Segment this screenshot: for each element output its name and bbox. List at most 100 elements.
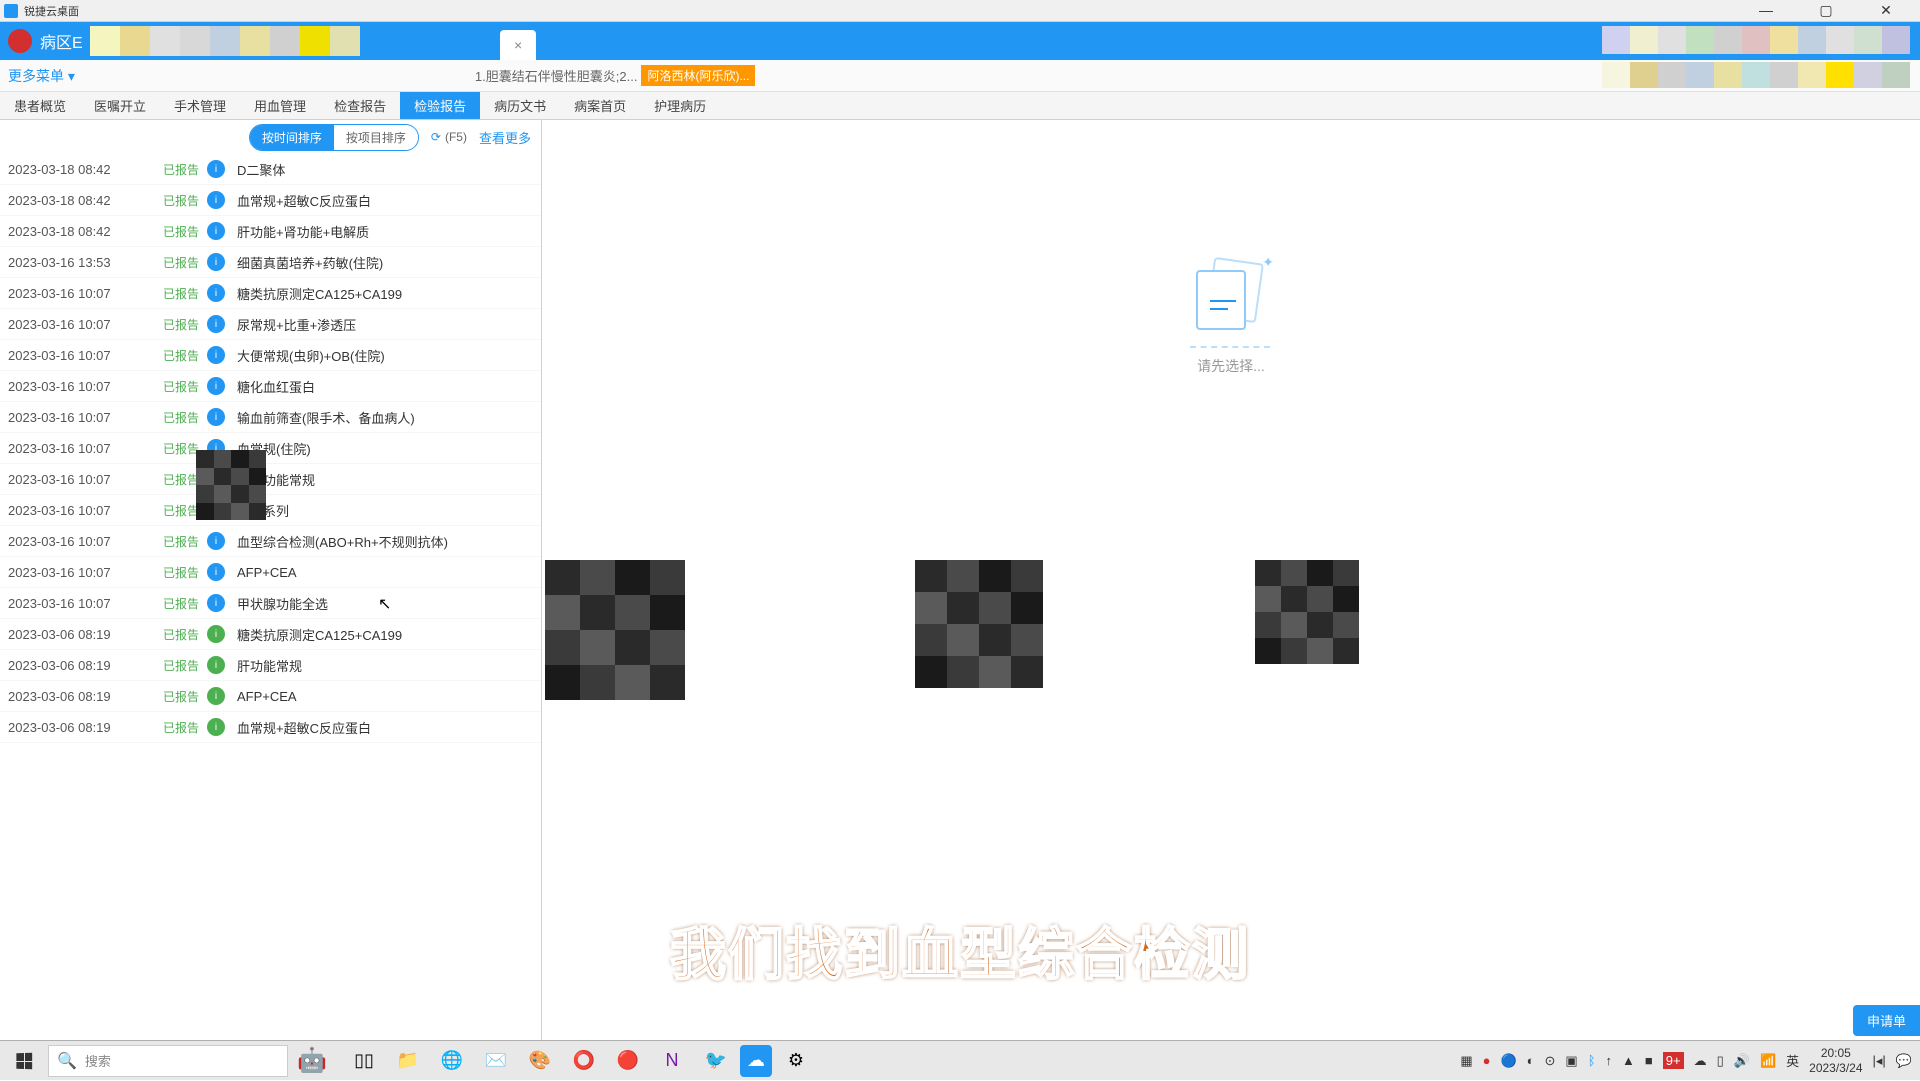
report-row[interactable]: 2023-03-18 08:42 已报告 i 血常规+超敏C反应蛋白 [0, 185, 541, 216]
tray-icon[interactable]: ☁ [1694, 1053, 1707, 1069]
report-row[interactable]: 2023-03-06 08:19 已报告 i AFP+CEA [0, 681, 541, 712]
report-row[interactable]: 2023-03-16 10:07 已报告 i 甲状腺功能全选 [0, 588, 541, 619]
app-title: 病区E [40, 29, 83, 53]
status-dot-icon: i [207, 718, 225, 736]
task-view-icon[interactable]: ▯▯ [344, 1041, 384, 1081]
nav-tab-4[interactable]: 检查报告 [320, 92, 400, 119]
nav-tab-5[interactable]: 检验报告 [400, 92, 480, 119]
tray-icon[interactable]: 9+ [1663, 1052, 1684, 1069]
volume-icon[interactable]: 🔊 [1734, 1053, 1750, 1069]
app-icon-4[interactable]: ⚙ [776, 1041, 816, 1081]
taskbar-search[interactable]: 🔍 搜索 [48, 1045, 288, 1077]
tray-icon[interactable]: ■ [1645, 1053, 1653, 1068]
sort-toggle: 按时间排序 按项目排序 [249, 124, 419, 151]
redacted-region [196, 450, 266, 520]
view-more-link[interactable]: 查看更多 [479, 128, 531, 147]
mail-icon[interactable]: ✉️ [476, 1041, 516, 1081]
taskbar-clock[interactable]: 20:05 2023/3/24 [1809, 1046, 1862, 1075]
redacted-region [1255, 560, 1359, 664]
nav-tab-8[interactable]: 护理病历 [640, 92, 720, 119]
refresh-icon: ⟳ [431, 130, 441, 144]
nav-tab-3[interactable]: 用血管理 [240, 92, 320, 119]
status-dot-icon: i [207, 563, 225, 581]
tray-icon[interactable]: ⊙ [1545, 1053, 1556, 1069]
close-button[interactable]: ✕ [1866, 2, 1906, 19]
minimize-button[interactable]: — [1746, 2, 1786, 19]
report-row[interactable]: 2023-03-16 13:53 已报告 i 细菌真菌培养+药敏(住院) [0, 247, 541, 278]
file-explorer-icon[interactable]: 📁 [388, 1041, 428, 1081]
report-row[interactable]: 2023-03-06 08:19 已报告 i 肝功能常规 [0, 650, 541, 681]
nav-tabs: 患者概览医嘱开立手术管理用血管理检查报告检验报告病历文书病案首页护理病历 [0, 92, 1920, 120]
bluetooth-icon[interactable]: ᛒ [1588, 1053, 1596, 1068]
report-time: 2023-03-16 10:07 [8, 565, 163, 580]
notifications-icon[interactable]: 💬 [1896, 1053, 1912, 1069]
cortana-icon[interactable]: 🤖 [288, 1046, 336, 1075]
start-button[interactable] [0, 1041, 48, 1081]
report-row[interactable]: 2023-03-06 08:19 已报告 i 血常规+超敏C反应蛋白 [0, 712, 541, 743]
tray-icon[interactable]: ▯ [1717, 1053, 1724, 1069]
report-name: AFP+CEA [237, 565, 297, 580]
nav-tab-7[interactable]: 病案首页 [560, 92, 640, 119]
tray-icon[interactable]: ↑ [1606, 1053, 1613, 1068]
report-time: 2023-03-16 10:07 [8, 503, 163, 518]
diagnosis-text: 1.胆囊结石伴慢性胆囊炎;2... [475, 66, 638, 85]
app-icon-2[interactable]: ⭕ [564, 1041, 604, 1081]
nav-tab-0[interactable]: 患者概览 [0, 92, 80, 119]
tray-icon[interactable]: ● [1483, 1053, 1491, 1068]
edge-browser-icon[interactable]: 🌐 [432, 1041, 472, 1081]
report-row[interactable]: 2023-03-16 10:07 已报告 i 输血前筛查(限手术、备血病人) [0, 402, 541, 433]
tray-icon[interactable]: ◐ [1527, 1053, 1535, 1068]
nav-tab-1[interactable]: 医嘱开立 [80, 92, 160, 119]
maximize-button[interactable]: ▢ [1806, 2, 1846, 19]
report-time: 2023-03-18 08:42 [8, 193, 163, 208]
redacted-region [545, 560, 685, 700]
app-icon-1[interactable]: 🎨 [520, 1041, 560, 1081]
sort-by-time[interactable]: 按时间排序 [250, 125, 334, 150]
onenote-icon[interactable]: N [652, 1041, 692, 1081]
report-status: 已报告 [163, 161, 207, 178]
report-status: 已报告 [163, 595, 207, 612]
report-row[interactable]: 2023-03-18 08:42 已报告 i D二聚体 [0, 154, 541, 185]
document-tab[interactable]: × [500, 30, 536, 60]
status-dot-icon: i [207, 532, 225, 550]
tray-icon[interactable]: ▲ [1622, 1053, 1635, 1068]
report-row[interactable]: 2023-03-16 10:07 已报告 i AFP+CEA [0, 557, 541, 588]
report-row[interactable]: 2023-03-16 10:07 已报告 i 血型综合检测(ABO+Rh+不规则… [0, 526, 541, 557]
status-dot-icon: i [207, 594, 225, 612]
report-row[interactable]: 2023-03-06 08:19 已报告 i 糖类抗原测定CA125+CA199 [0, 619, 541, 650]
report-row[interactable]: 2023-03-18 08:42 已报告 i 肝功能+肾功能+电解质 [0, 216, 541, 247]
report-name: 大便常规(虫卵)+OB(住院) [237, 346, 385, 365]
tray-icon[interactable]: 🔵 [1500, 1053, 1516, 1069]
report-row[interactable]: 2023-03-16 10:07 已报告 i 糖类抗原测定CA125+CA199 [0, 278, 541, 309]
tray-icon[interactable]: |◂| [1873, 1053, 1886, 1069]
taskbar-apps: ▯▯ 📁 🌐 ✉️ 🎨 ⭕ 🔴 N 🐦 ☁ ⚙ [344, 1041, 816, 1081]
more-menu-dropdown[interactable]: 更多菜单 ▾ [8, 66, 75, 86]
report-row[interactable]: 2023-03-16 10:07 已报告 i 血常规(住院) [0, 433, 541, 464]
nav-tab-2[interactable]: 手术管理 [160, 92, 240, 119]
report-row[interactable]: 2023-03-16 10:07 已报告 i 凝血功能常规 [0, 464, 541, 495]
chrome-icon[interactable]: 🔴 [608, 1041, 648, 1081]
report-time: 2023-03-16 10:07 [8, 534, 163, 549]
report-time: 2023-03-06 08:19 [8, 720, 163, 735]
apply-button[interactable]: 申请单 [1853, 1005, 1920, 1036]
tray-icon[interactable]: ▦ [1460, 1053, 1472, 1069]
report-row[interactable]: 2023-03-16 10:07 已报告 i 大便常规(虫卵)+OB(住院) [0, 340, 541, 371]
nav-tab-6[interactable]: 病历文书 [480, 92, 560, 119]
sort-by-item[interactable]: 按项目排序 [334, 125, 418, 150]
detail-panel: ✦ 请先选择... [542, 120, 1920, 1040]
tray-icon[interactable]: ▣ [1565, 1053, 1577, 1069]
report-name: 血型综合检测(ABO+Rh+不规则抗体) [237, 532, 448, 551]
app-icon-3[interactable]: 🐦 [696, 1041, 736, 1081]
video-caption: 我们找到血型综合检测 [670, 910, 1250, 991]
report-row[interactable]: 2023-03-16 10:07 已报告 i 尿常规+比重+渗透压 [0, 309, 541, 340]
ime-indicator[interactable]: 英 [1786, 1051, 1799, 1070]
report-time: 2023-03-06 08:19 [8, 689, 163, 704]
cloud-app-icon[interactable]: ☁ [740, 1045, 772, 1077]
report-status: 已报告 [163, 254, 207, 271]
close-tab-icon[interactable]: × [508, 37, 528, 53]
wifi-icon[interactable]: 📶 [1760, 1053, 1776, 1069]
refresh-button[interactable]: ⟳(F5) [431, 130, 467, 144]
report-name: 细菌真菌培养+药敏(住院) [237, 253, 383, 272]
report-row[interactable]: 2023-03-16 10:07 已报告 i 糖化血红蛋白 [0, 371, 541, 402]
report-row[interactable]: 2023-03-16 10:07 已报告 i 生化系列 [0, 495, 541, 526]
